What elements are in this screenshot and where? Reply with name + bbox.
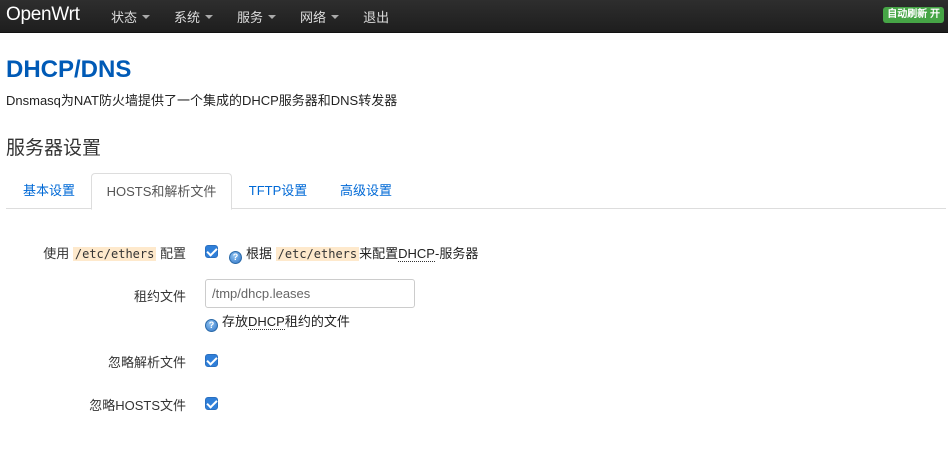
tab-general[interactable]: 基本设置 (6, 173, 92, 209)
leasefile-help-prefix: 存放 (222, 314, 249, 329)
leasefile-input[interactable] (205, 279, 415, 308)
ethers-help-prefix: 根据 (246, 246, 273, 261)
noresolv-label: 忽略解析文件 (107, 355, 186, 370)
ethers-help: ? 根据 /etc/ethers 来配置DHCP-服务器 (229, 243, 478, 264)
main-menu: 状态 系统 服务 网络 退出 (98, 0, 400, 33)
auto-refresh-toggle[interactable]: 自动刷新 开 (883, 7, 944, 23)
menu-services[interactable]: 服务 (224, 0, 287, 33)
ethers-checkbox[interactable] (205, 245, 218, 258)
chevron-down-icon (205, 14, 214, 19)
menu-status[interactable]: 状态 (98, 0, 161, 33)
dhcp-abbr: DHCP (398, 246, 435, 262)
section-title: 服务器设置 (6, 138, 102, 159)
help-icon: ? (229, 251, 242, 264)
page-title: DHCP/DNS (6, 56, 132, 83)
nohosts-checkbox[interactable] (205, 397, 218, 410)
ethers-help-middle: 来配置 (359, 246, 399, 261)
menu-network-label: 网络 (300, 10, 327, 25)
menu-system[interactable]: 系统 (161, 0, 224, 33)
menu-logout[interactable]: 退出 (350, 0, 400, 33)
tab-tftp[interactable]: TFTP设置 (232, 173, 324, 209)
ethers-label-prefix: 使用 (43, 246, 70, 261)
tab-hosts-resolv[interactable]: HOSTS和解析文件 (91, 173, 232, 210)
settings-tabs: 基本设置 HOSTS和解析文件 TFTP设置 高级设置 (6, 173, 946, 210)
chevron-down-icon (142, 14, 151, 19)
ethers-help-suffix: -服务器 (434, 246, 479, 261)
ethers-label: 使用 /etc/ethers 配置 (43, 243, 186, 262)
chevron-down-icon (268, 14, 277, 19)
ethers-label-suffix: 配置 (159, 246, 186, 261)
dhcp-abbr: DHCP (248, 314, 285, 330)
chevron-down-icon (331, 14, 340, 19)
menu-network[interactable]: 网络 (287, 0, 350, 33)
leasefile-help-suffix: 租约的文件 (284, 314, 350, 329)
ethers-help-code: /etc/ethers (275, 247, 360, 261)
noresolv-checkbox[interactable] (205, 354, 218, 367)
leasefile-help: ? 存放DHCP租约的文件 (205, 311, 350, 332)
ethers-label-code: /etc/ethers (72, 247, 157, 261)
tab-advanced[interactable]: 高级设置 (324, 173, 408, 209)
nohosts-label: 忽略HOSTS文件 (89, 398, 186, 413)
menu-services-label: 服务 (237, 10, 264, 25)
brand-logo[interactable]: OpenWrt (6, 4, 80, 26)
help-icon: ? (205, 319, 218, 332)
menu-logout-label: 退出 (363, 10, 390, 25)
page-description: Dnsmasq为NAT防火墙提供了一个集成的DHCP服务器和DNS转发器 (6, 93, 398, 108)
menu-status-label: 状态 (111, 10, 138, 25)
menu-system-label: 系统 (174, 10, 201, 25)
leasefile-label: 租约文件 (133, 289, 186, 304)
top-navbar: OpenWrt 状态 系统 服务 网络 退出 自动刷新 开 (0, 0, 948, 33)
